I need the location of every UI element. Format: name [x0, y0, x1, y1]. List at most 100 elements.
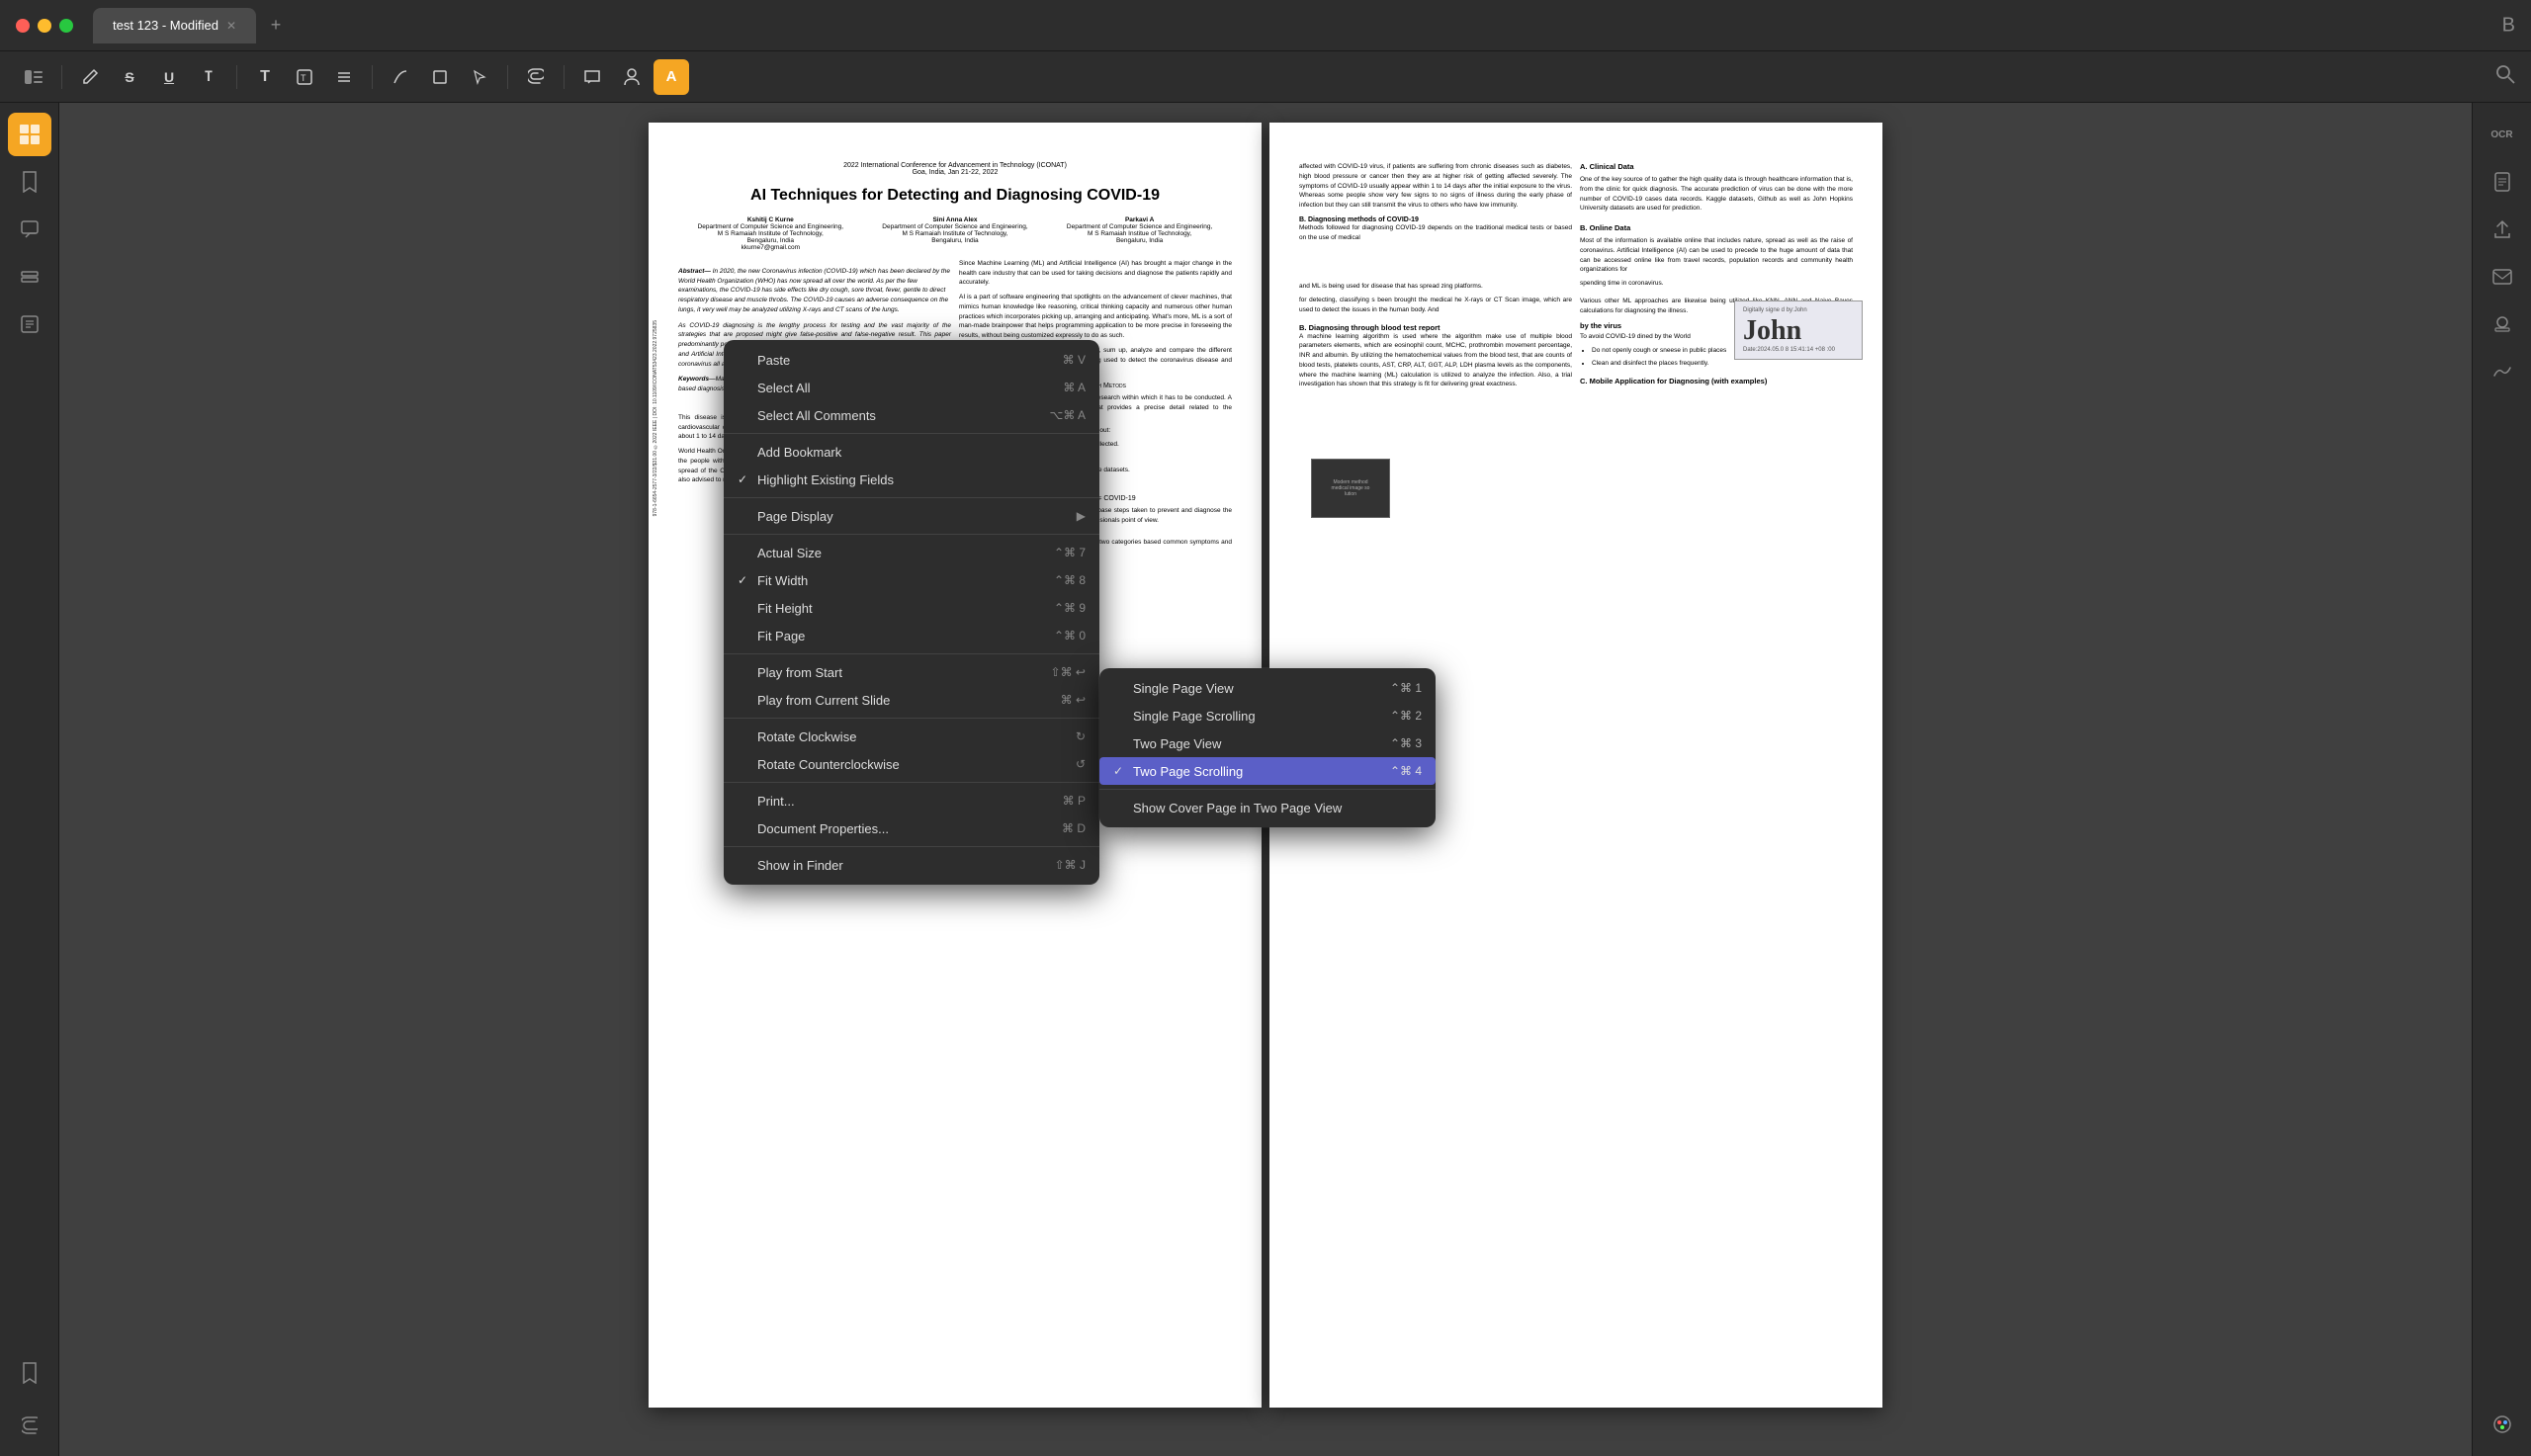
menu-item-fit-page[interactable]: Fit Page ⌃⌘ 0: [724, 622, 1099, 649]
comment-btn[interactable]: [574, 59, 610, 95]
form-view-icon[interactable]: [8, 302, 51, 346]
author-1-dept: Department of Computer Science and Engin…: [698, 223, 843, 230]
right-para1: affected with COVID-19 virus, if patient…: [1299, 162, 1572, 211]
fit-height-label: Fit Height: [757, 601, 1038, 616]
tab-bar: test 123 - Modified ✕ +: [93, 8, 2531, 43]
right-sidebar: OCR: [2472, 103, 2531, 1456]
section-b2-title: B. Diagnosing through blood test report: [1299, 323, 1572, 332]
menu-separator-4: [724, 653, 1099, 654]
menu-item-highlight-fields[interactable]: ✓ Highlight Existing Fields: [724, 466, 1099, 493]
sidebar-toggle-btn[interactable]: [16, 59, 51, 95]
select-all-label: Select All: [757, 381, 1047, 395]
select-all-shortcut: ⌘ A: [1063, 381, 1086, 394]
author-1-name: Kshitij C Kurne: [698, 216, 843, 223]
file-properties-icon[interactable]: [2481, 160, 2524, 204]
underline-btn[interactable]: U: [151, 59, 187, 95]
mail-icon[interactable]: [2481, 255, 2524, 299]
submenu-single-page-scrolling[interactable]: Single Page Scrolling ⌃⌘ 2: [1099, 702, 1436, 729]
pointer-btn[interactable]: [462, 59, 497, 95]
signature-draw-icon[interactable]: [2481, 350, 2524, 393]
menu-item-print[interactable]: Print... ⌘ P: [724, 787, 1099, 814]
close-button[interactable]: [16, 19, 30, 33]
paperclip-icon[interactable]: [8, 1403, 51, 1446]
author-2-dept: Department of Computer Science and Engin…: [882, 223, 1027, 230]
menu-item-rotate-cw[interactable]: Rotate Clockwise ↻: [724, 723, 1099, 750]
context-menu: Paste ⌘ V Select All ⌘ A Select All Comm…: [724, 340, 1099, 885]
rotate-cw-shortcut: ↻: [1076, 729, 1086, 743]
show-finder-label: Show in Finder: [757, 858, 1039, 873]
doi-sidebar-text: 978-1-6654-2577-3/22/$31.00 ©2022 IEEE |…: [653, 320, 658, 516]
tps-label: Two Page Scrolling: [1133, 764, 1374, 779]
annotate-btn[interactable]: [72, 59, 108, 95]
clip-btn[interactable]: [518, 59, 554, 95]
strikethrough-btn[interactable]: S: [112, 59, 147, 95]
colors-palette-icon[interactable]: [2481, 1403, 2524, 1446]
text-mono-btn[interactable]: T: [191, 59, 226, 95]
text-box-btn[interactable]: T: [287, 59, 322, 95]
stamp-icon[interactable]: [2481, 302, 2524, 346]
select-all-comments-label: Select All Comments: [757, 408, 1033, 423]
menu-item-doc-props[interactable]: Document Properties... ⌘ D: [724, 814, 1099, 842]
text-btn[interactable]: T: [247, 59, 283, 95]
rotate-ccw-label: Rotate Counterclockwise: [757, 757, 1060, 772]
thumbnail-view-icon[interactable]: [8, 113, 51, 156]
active-tab[interactable]: test 123 - Modified ✕: [93, 8, 256, 43]
pen-btn[interactable]: [383, 59, 418, 95]
finder-shortcut: ⇧⌘ J: [1055, 858, 1086, 872]
submenu-two-page-scrolling[interactable]: ✓ Two Page Scrolling ⌃⌘ 4: [1099, 757, 1436, 785]
bookmark-bottom-icon[interactable]: [8, 1351, 51, 1395]
submenu-two-page-view[interactable]: Two Page View ⌃⌘ 3: [1099, 729, 1436, 757]
highlight-btn[interactable]: A: [654, 59, 689, 95]
share-icon[interactable]: [2481, 208, 2524, 251]
menu-separator-7: [724, 846, 1099, 847]
play-start-shortcut: ⇧⌘ ↩: [1051, 665, 1086, 679]
list-btn[interactable]: [326, 59, 362, 95]
toolbar-separator-4: [507, 65, 508, 89]
sps-shortcut: ⌃⌘ 2: [1390, 709, 1422, 723]
rotate-ccw-shortcut: ↺: [1076, 757, 1086, 771]
ocr-icon[interactable]: OCR: [2481, 113, 2524, 156]
menu-item-paste[interactable]: Paste ⌘ V: [724, 346, 1099, 374]
shapes-btn[interactable]: [422, 59, 458, 95]
search-btn[interactable]: [2495, 64, 2515, 90]
author-2: Sini Anna Alex Department of Computer Sc…: [882, 216, 1027, 251]
menu-item-play-current[interactable]: Play from Current Slide ⌘ ↩: [724, 686, 1099, 714]
tab-close-button[interactable]: ✕: [226, 19, 236, 33]
actual-size-shortcut: ⌃⌘ 7: [1054, 546, 1086, 559]
submenu-show-cover[interactable]: Show Cover Page in Two Page View: [1099, 794, 1436, 821]
menu-item-play-start[interactable]: Play from Start ⇧⌘ ↩: [724, 658, 1099, 686]
menu-item-page-display[interactable]: Page Display ▶ Single Page View ⌃⌘ 1 Sin…: [724, 502, 1099, 530]
doc-props-label: Document Properties...: [757, 821, 1046, 836]
author-3-name: Parkavi A: [1067, 216, 1212, 223]
menu-item-select-all-comments[interactable]: Select All Comments ⌥⌘ A: [724, 401, 1099, 429]
menu-separator-1: [724, 433, 1099, 434]
fit-page-shortcut: ⌃⌘ 0: [1054, 629, 1086, 642]
left-sidebar: [0, 103, 59, 1456]
fit-height-shortcut: ⌃⌘ 9: [1054, 601, 1086, 615]
layer-view-icon[interactable]: [8, 255, 51, 299]
menu-item-fit-height[interactable]: Fit Height ⌃⌘ 9: [724, 594, 1099, 622]
maximize-button[interactable]: [59, 19, 73, 33]
submenu-single-page-view[interactable]: Single Page View ⌃⌘ 1: [1099, 674, 1436, 702]
toolbar-separator-3: [372, 65, 373, 89]
menu-item-select-all[interactable]: Select All ⌘ A: [724, 374, 1099, 401]
fit-page-label: Fit Page: [757, 629, 1038, 643]
highlight-check: ✓: [738, 472, 753, 486]
minimize-button[interactable]: [38, 19, 51, 33]
annotation-view-icon[interactable]: [8, 208, 51, 251]
person-btn[interactable]: [614, 59, 650, 95]
menu-item-fit-width[interactable]: ✓ Fit Width ⌃⌘ 8: [724, 566, 1099, 594]
page-display-label: Page Display: [757, 509, 1069, 524]
fit-width-shortcut: ⌃⌘ 8: [1054, 573, 1086, 587]
menu-item-rotate-ccw[interactable]: Rotate Counterclockwise ↺: [724, 750, 1099, 778]
new-tab-button[interactable]: +: [264, 14, 288, 38]
menu-separator-5: [724, 718, 1099, 719]
author-2-institute: M S Ramaiah Institute of Technology,: [882, 230, 1027, 237]
bookmark-view-icon[interactable]: [8, 160, 51, 204]
menu-item-add-bookmark[interactable]: Add Bookmark: [724, 438, 1099, 466]
menu-item-show-finder[interactable]: Show in Finder ⇧⌘ J: [724, 851, 1099, 879]
pdf-content-area: 978-1-6654-2577-3/22/$31.00 ©2022 IEEE |…: [59, 103, 2472, 1456]
menu-item-actual-size[interactable]: Actual Size ⌃⌘ 7: [724, 539, 1099, 566]
menu-separator-2: [724, 497, 1099, 498]
play-start-label: Play from Start: [757, 665, 1035, 680]
